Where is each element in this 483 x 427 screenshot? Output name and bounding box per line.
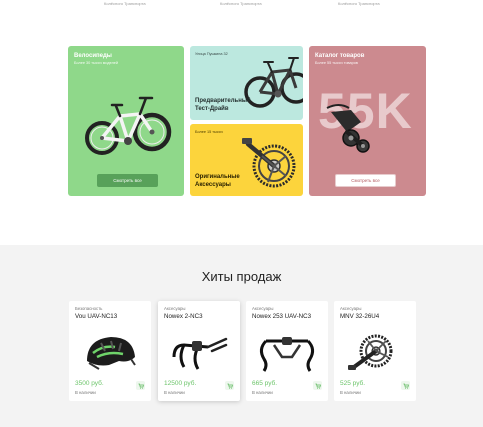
product-card[interactable]: Аксесуары Nowex 253 UAV-NC3 665 руб. В н… bbox=[246, 301, 328, 401]
promo-title-line: Оригинальные bbox=[195, 174, 240, 180]
product-price: 12500 руб. bbox=[164, 380, 197, 387]
crankset-image bbox=[348, 334, 393, 370]
product-card[interactable]: Аксесуары MNV 32-26U4 525 руб. В наличии bbox=[334, 301, 416, 401]
product-category: Аксесуары bbox=[252, 306, 274, 311]
product-price: 3500 руб. bbox=[75, 380, 104, 387]
top-category-strip: Колёсного Транспорта Колёсного Транспорт… bbox=[0, 0, 483, 12]
add-to-cart-button[interactable] bbox=[401, 381, 410, 390]
product-stock: В наличии bbox=[340, 390, 361, 395]
product-price: 525 руб. bbox=[340, 380, 366, 387]
product-name[interactable]: Nowex 253 UAV-NC3 bbox=[252, 313, 311, 320]
cart-icon bbox=[403, 383, 409, 389]
top-strip-item: Колёсного Транспорта bbox=[220, 1, 262, 6]
cart-icon bbox=[315, 383, 321, 389]
product-stock: В наличии bbox=[75, 390, 96, 395]
promo-card-title: Каталог товаров bbox=[315, 53, 365, 59]
add-to-cart-button[interactable] bbox=[313, 381, 322, 390]
section-heading: Хиты продаж bbox=[201, 269, 282, 284]
promo-card-title: Предварительный Тест-Драйв bbox=[195, 97, 251, 113]
product-price: 665 руб. bbox=[252, 380, 278, 387]
product-name[interactable]: Vou UAV-NC13 bbox=[75, 313, 117, 320]
aero-handlebar-image bbox=[172, 337, 228, 370]
promo-card-title: Велосипеды bbox=[74, 53, 112, 59]
promo-card-address: Улица Пушкина 32 bbox=[195, 52, 228, 56]
catalog-view-all-button[interactable]: Смотреть все bbox=[335, 174, 396, 187]
helmet-image bbox=[87, 337, 136, 370]
promo-card-title: Оригинальные Аксессуары bbox=[195, 173, 240, 189]
product-category: Аксесуары bbox=[340, 306, 362, 311]
promo-card-subtitle: Более 15 тысяч bbox=[195, 130, 223, 134]
product-category: Безопасность bbox=[75, 306, 103, 311]
promo-card-accessories[interactable]: Более 15 тысяч Оригинальные Аксессуары bbox=[190, 124, 303, 196]
top-strip-item: Колёсного Транспорта bbox=[338, 1, 380, 6]
product-stock: В наличии bbox=[252, 390, 273, 395]
crankset-image bbox=[242, 138, 296, 188]
bikes-view-all-button[interactable]: Смотреть все bbox=[97, 174, 158, 187]
cart-icon bbox=[138, 383, 144, 389]
promo-title-line: Тест-Драйв bbox=[195, 106, 229, 112]
top-strip-item: Колёсного Транспорта bbox=[104, 1, 146, 6]
promo-card-bikes[interactable]: Велосипеды Более 30 тысяч моделей Смотре… bbox=[68, 46, 184, 196]
promo-title-line: Предварительный bbox=[195, 98, 251, 104]
promo-title-line: Аксессуары bbox=[195, 182, 231, 188]
derailleur-image bbox=[326, 104, 370, 153]
promo-card-subtitle: Более 55 тысяч товаров bbox=[315, 61, 358, 65]
bicycle-image bbox=[85, 96, 172, 155]
promo-card-subtitle: Более 30 тысяч моделей bbox=[74, 61, 119, 65]
product-category: Аксесуары bbox=[164, 306, 186, 311]
promo-card-catalog[interactable]: Каталог товаров Более 55 тысяч товаров 5… bbox=[309, 46, 426, 196]
product-name[interactable]: MNV 32-26U4 bbox=[340, 313, 379, 320]
cart-icon bbox=[227, 383, 233, 389]
bestsellers-section: Хиты продаж Безопасность Vou UAV-NC13 35… bbox=[0, 245, 483, 427]
product-card[interactable]: Безопасность Vou UAV-NC13 3500 руб. В на… bbox=[69, 301, 151, 401]
product-card[interactable]: Аксесуары Nowex 2-NC3 12500 руб. В налич… bbox=[158, 301, 240, 401]
product-stock: В наличии bbox=[164, 390, 185, 395]
promo-card-test-drive[interactable]: Улица Пушкина 32 Предварительный Тест-Др… bbox=[190, 46, 303, 120]
drop-handlebar-image bbox=[259, 337, 315, 372]
add-to-cart-button[interactable] bbox=[225, 381, 234, 390]
add-to-cart-button[interactable] bbox=[136, 381, 145, 390]
product-name[interactable]: Nowex 2-NC3 bbox=[164, 313, 203, 320]
